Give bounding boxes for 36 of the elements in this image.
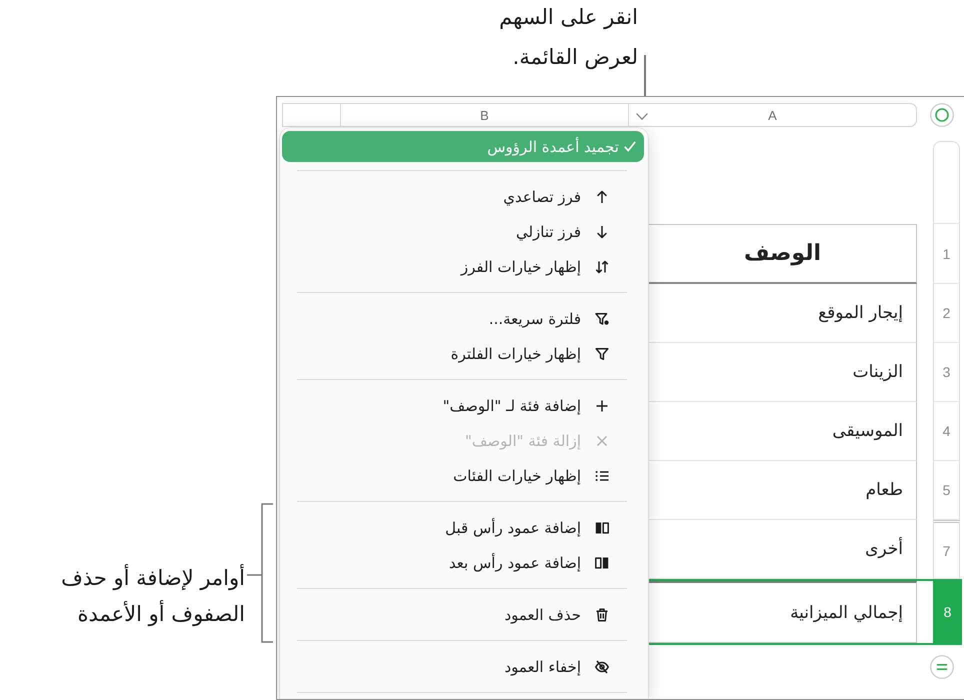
cross-icon: [595, 434, 609, 448]
arrow-down-icon: [595, 224, 609, 238]
menu-item[interactable]: حذف العمود: [280, 597, 648, 632]
callout-text: أوامر لإضافة أو حذف الصفوف أو الأعمدة: [61, 563, 245, 628]
menu-item[interactable]: إضافة عمود رأس بعد: [280, 545, 648, 580]
callout-text: انقر على السهم لعرض القائمة.: [499, 4, 638, 72]
funnel-icon: [595, 346, 609, 360]
chevron-down-icon[interactable]: [636, 113, 648, 120]
menu-item[interactable]: إظهار خيارات الفرز: [280, 249, 648, 284]
table-cell: الوصف: [649, 224, 917, 284]
filled-right-column-icon: [595, 556, 609, 570]
arrow-up-icon: [595, 190, 609, 204]
table-cell: الزينات: [649, 343, 917, 402]
menu-item[interactable]: إظهار خيارات الفلترة: [280, 336, 648, 371]
circle-icon[interactable]: [930, 103, 954, 127]
menu-item[interactable]: إضافة عمود رأس قبل: [280, 510, 648, 545]
list-icon: [595, 468, 609, 482]
menu-item[interactable]: فلترة سريعة...: [280, 301, 648, 336]
menu-item[interactable]: إظهار خيارات الفئات: [280, 458, 648, 493]
trash-icon: [595, 608, 609, 622]
table-cell: أخرى: [649, 520, 917, 579]
up-down-arrows-icon: [595, 260, 609, 274]
eye-slash-icon: [595, 660, 609, 674]
menu-item[interactable]: إضافة فئة لـ "الوصف": [280, 388, 648, 423]
menu-item[interactable]: فرز تنازلي: [280, 214, 648, 249]
menu-item[interactable]: فرز تصاعدي: [280, 179, 648, 214]
equals-icon[interactable]: [930, 655, 954, 679]
table-cell: إجمالي الميزانية: [649, 581, 917, 643]
table-cell: الموسيقى: [649, 402, 917, 461]
menu-item[interactable]: إخفاء العمود: [280, 649, 648, 684]
table-cell: إيجار الموقع: [649, 284, 917, 343]
column-header[interactable]: B: [340, 104, 628, 126]
column-header[interactable]: A: [628, 104, 916, 126]
plus-icon: [595, 398, 609, 412]
table-cell: طعام: [649, 461, 917, 520]
filled-left-column-icon: [595, 520, 609, 534]
